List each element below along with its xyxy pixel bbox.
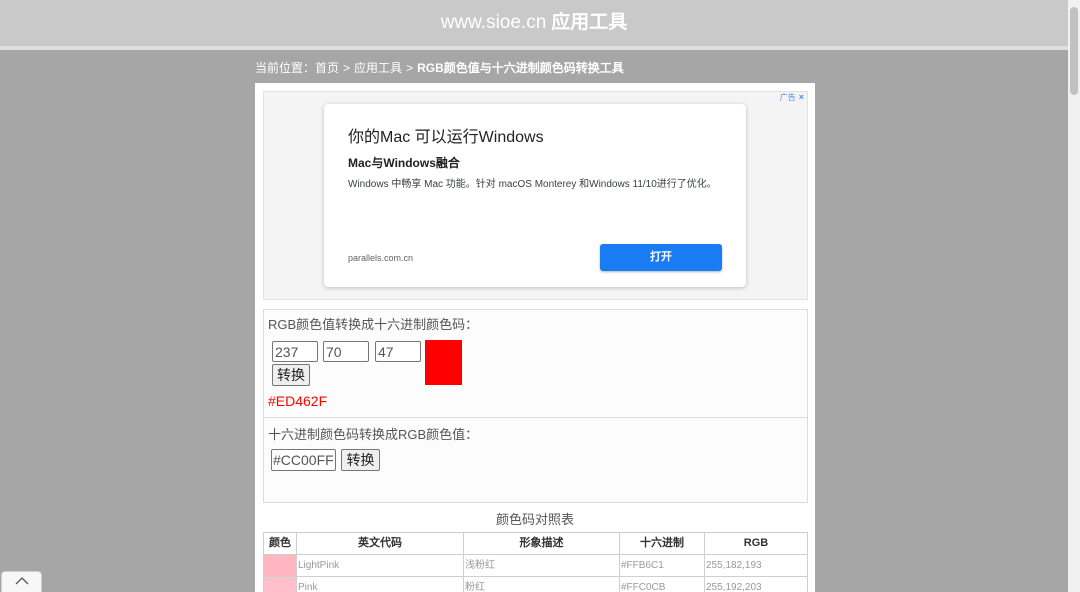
ad-card[interactable]: 你的Mac 可以运行Windows Mac与Windows融合 Windows … — [324, 104, 746, 287]
table-header-name: 英文代码 — [297, 533, 464, 555]
ad-subheadline: Mac与Windows融合 — [348, 156, 460, 170]
blue-value-input[interactable] — [375, 341, 421, 362]
ad-description: Windows 中畅享 Mac 功能。针对 macOS Monterey 和Wi… — [348, 179, 717, 190]
rgb-convert-button[interactable]: 转换 — [272, 364, 310, 386]
table-header-hex: 十六进制 — [620, 533, 705, 555]
table-cell-hex: #FFB6C1 — [620, 555, 705, 577]
breadcrumb-link-tools[interactable]: 应用工具 — [354, 61, 402, 75]
breadcrumb-link-home[interactable]: 首页 — [315, 61, 339, 75]
breadcrumb-separator: > — [343, 61, 351, 75]
ad-domain: parallels.com.cn — [348, 253, 414, 263]
green-value-input[interactable] — [323, 341, 369, 362]
site-header: www.sioe.cn 应用工具 — [0, 0, 1068, 46]
table-cell-swatch — [264, 577, 297, 592]
ad-open-button-label: 打开 — [650, 251, 672, 263]
rgb-to-hex-label: RGB颜色值转换成十六进制颜色码： — [268, 317, 479, 332]
table-cell-hex: #FFC0CB — [620, 577, 705, 592]
table-header-rgb: RGB — [705, 533, 808, 555]
scrollbar-thumb[interactable] — [1070, 7, 1078, 95]
hex-result: #ED462F — [268, 393, 328, 409]
chevron-up-icon — [15, 577, 29, 585]
back-to-top-button[interactable] — [1, 571, 42, 592]
table-cell-description: 浅粉红 — [464, 555, 620, 577]
table-cell-swatch — [264, 555, 297, 577]
converter-panel: RGB颜色值转换成十六进制颜色码： 转换 #ED462F 十六进制颜色码转换成R… — [263, 309, 808, 503]
table-cell-name: Pink — [297, 577, 464, 592]
site-domain: www.sioe.cn — [440, 12, 547, 33]
ad-headline[interactable]: 你的Mac 可以运行Windows — [348, 128, 544, 148]
table-cell-description: 粉红 — [464, 577, 620, 592]
ad-label: 广告 — [779, 93, 796, 102]
ad-container: 广告 × 你的Mac 可以运行Windows Mac与Windows融合 Wind… — [263, 91, 808, 300]
table-row: Pink 粉红 #FFC0CB 255,192,203 — [264, 577, 808, 592]
rgb-to-hex-section: RGB颜色值转换成十六进制颜色码： 转换 #ED462F — [264, 310, 807, 417]
table-cell-rgb: 255,192,203 — [705, 577, 808, 592]
hex-convert-button[interactable]: 转换 — [341, 449, 380, 471]
table-header-description: 形象描述 — [464, 533, 620, 555]
ad-badge[interactable]: 广告 × — [780, 92, 804, 102]
table-cell-rgb: 255,182,193 — [705, 555, 808, 577]
hex-to-rgb-section: 十六进制颜色码转换成RGB颜色值： 转换 — [264, 417, 807, 502]
color-table-caption: 颜色码对照表 — [495, 512, 574, 527]
ad-open-button[interactable]: 打开 — [600, 244, 722, 271]
table-row: LightPink 浅粉红 #FFB6C1 255,182,193 — [264, 555, 808, 577]
site-section-title: 应用工具 — [551, 12, 628, 33]
breadcrumb-separator: > — [406, 61, 414, 75]
vertical-scrollbar[interactable] — [1068, 0, 1080, 592]
hex-to-rgb-label: 十六进制颜色码转换成RGB颜色值： — [268, 427, 479, 442]
color-preview-swatch — [425, 340, 462, 385]
breadcrumb-current: RGB颜色值与十六进制颜色码转换工具 — [417, 61, 624, 75]
main-content: 广告 × 你的Mac 可以运行Windows Mac与Windows融合 Wind… — [255, 83, 815, 592]
hex-value-input[interactable] — [271, 449, 336, 471]
breadcrumb-prefix: 当前位置： — [255, 61, 316, 75]
color-table: 颜色 英文代码 形象描述 十六进制 RGB LightPink 浅粉红 #FFB… — [263, 532, 808, 592]
red-value-input[interactable] — [272, 341, 318, 362]
table-header-color: 颜色 — [264, 533, 297, 555]
table-cell-name: LightPink — [297, 555, 464, 577]
table-header-row: 颜色 英文代码 形象描述 十六进制 RGB — [264, 533, 808, 555]
breadcrumb: 当前位置：首页 > 应用工具 > RGB颜色值与十六进制颜色码转换工具 — [255, 59, 624, 77]
close-icon[interactable]: × — [799, 92, 804, 102]
site-logo-link[interactable]: www.sioe.cn 应用工具 — [441, 12, 628, 33]
header-divider — [0, 46, 1068, 50]
